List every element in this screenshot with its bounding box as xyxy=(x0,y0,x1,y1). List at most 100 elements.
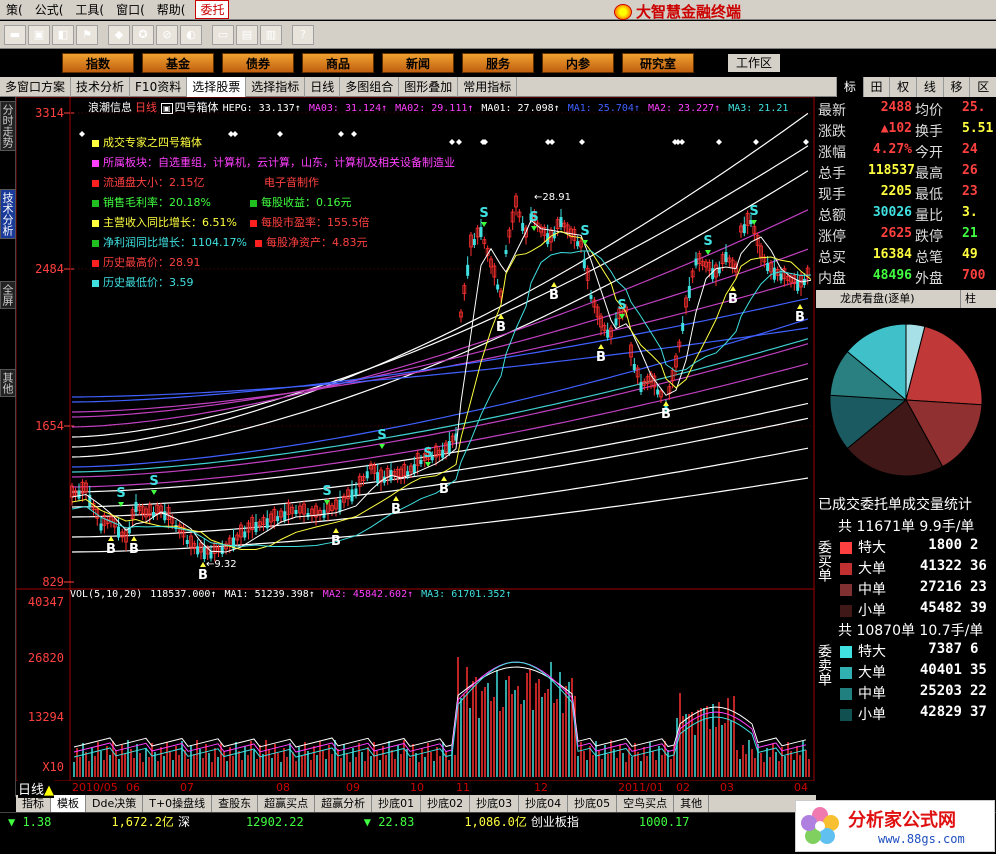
status-item: 创业板指 xyxy=(530,815,579,829)
nav-button[interactable]: 新闻 xyxy=(382,53,454,73)
sell-arrow-icon xyxy=(379,444,385,449)
nav-button[interactable]: 商品 xyxy=(302,53,374,73)
table-icon[interactable]: ▤ xyxy=(236,24,258,45)
help-icon[interactable]: ? xyxy=(292,24,314,45)
bullet-icon xyxy=(92,259,99,267)
menu-item[interactable]: 公式( xyxy=(29,1,70,18)
right-tab[interactable]: 田 xyxy=(862,77,890,97)
right-tab[interactable]: 线 xyxy=(916,77,943,97)
bottom-tab[interactable]: 空鸟买点 xyxy=(617,795,675,812)
binoculars-icon[interactable]: ◧ xyxy=(52,24,74,45)
books-icon[interactable]: ▥ xyxy=(260,24,282,45)
window-icon[interactable]: ▭ xyxy=(212,24,234,45)
ma-value: MA01: 27.098↑ xyxy=(481,103,560,114)
keyboard-icon[interactable]: ▬ xyxy=(4,24,26,45)
x-tick-label: 10 xyxy=(410,781,424,794)
left-tab[interactable]: 分时走势 xyxy=(0,101,16,151)
chart-tab[interactable]: 日线 xyxy=(305,76,341,97)
bullet-icon xyxy=(92,139,99,147)
bottom-tab[interactable]: 抄底04 xyxy=(519,795,569,812)
candle-body xyxy=(656,389,660,395)
quote-label: 总买 xyxy=(818,250,846,266)
left-tab[interactable]: 其他 xyxy=(0,369,16,397)
chart-tab[interactable]: 图形叠加 xyxy=(399,76,459,97)
order-side-label: 委买单 xyxy=(816,540,832,582)
nav-button[interactable]: 指数 xyxy=(62,53,134,73)
left-tab[interactable]: 技术分析 xyxy=(0,189,16,239)
period-indicator[interactable]: 日线▲ xyxy=(18,779,55,798)
candle-body xyxy=(559,217,563,227)
low-price-label: ←9.32 xyxy=(206,559,237,570)
legend-swatch xyxy=(840,584,852,596)
right-tab[interactable]: 标 xyxy=(836,77,863,97)
bottom-tabs: 指标 模板 Dde决策 T+0操盘线 查股东 超赢买点 超赢分析 抄底01 抄底02 抄底03 抄底… xyxy=(16,795,816,812)
right-tab[interactable]: 区 xyxy=(969,77,996,97)
sell-arrow-icon xyxy=(619,314,625,319)
bottom-tab[interactable]: 超赢买点 xyxy=(258,795,316,812)
x-tick-label: 08 xyxy=(276,781,290,794)
grid-icon[interactable]: ▣ xyxy=(28,24,50,45)
star-icon[interactable]: ✪ xyxy=(132,24,154,45)
quote-label: 外盘 xyxy=(915,271,943,287)
chart-icon[interactable]: ⚑ xyxy=(76,24,98,45)
order-side-label: 委卖单 xyxy=(816,644,832,686)
bottom-tab[interactable]: T+0操盘线 xyxy=(143,795,213,812)
bottom-tab[interactable]: 抄底05 xyxy=(568,795,618,812)
buy-signal-icon: B xyxy=(331,534,341,549)
nav-button[interactable]: 债券 xyxy=(222,53,294,73)
nav-button[interactable]: 基金 xyxy=(142,53,214,73)
longhu-header[interactable]: 龙虎看盘(逐单) 柱 xyxy=(816,290,996,308)
menu-item[interactable]: 委托 xyxy=(195,0,230,19)
quote-value: 49 xyxy=(962,247,978,262)
chart-tab[interactable]: 多窗口方案 xyxy=(0,76,72,97)
quote-label: 涨跌 xyxy=(818,124,846,140)
diamond-icon[interactable]: ◆ xyxy=(108,24,130,45)
bottom-tab[interactable]: 其他 xyxy=(674,795,710,812)
info-text: 电子音制作 xyxy=(264,176,319,189)
right-tab[interactable]: 权 xyxy=(889,77,916,97)
chart-tab[interactable]: 常用指标 xyxy=(458,76,518,97)
menu-item[interactable]: 工具( xyxy=(69,1,110,18)
right-tab[interactable]: 移 xyxy=(942,77,970,97)
toolbar: ▬ ▣ ◧ ⚑ ◆ ✪ ⊘ ◐ ▭ ▤ ▥? xyxy=(0,21,996,49)
info-text: 历史最低价：3.59 xyxy=(103,276,194,289)
menu-item[interactable]: 帮助( xyxy=(151,1,192,18)
chart-tab[interactable]: 多图组合 xyxy=(340,76,400,97)
bottom-tab[interactable]: 超赢分析 xyxy=(315,795,373,812)
chart-tab-bar: 多窗口方案 技术分析 F10资料 选择股票 选择指标 日线 多图组合 图形叠加 常用指标 xyxy=(0,76,836,97)
order-type: 中单 xyxy=(858,582,886,598)
bottom-tab[interactable]: 抄底03 xyxy=(470,795,520,812)
candle-body xyxy=(350,489,354,502)
bottom-tab[interactable]: 查股东 xyxy=(212,795,259,812)
buy-signal-icon: B xyxy=(795,310,805,325)
workspace-button[interactable]: 工作区 xyxy=(728,54,781,72)
info-item: 主营收入同比增长：6.51% xyxy=(92,213,242,233)
legend-swatch xyxy=(840,563,852,575)
chart-tab[interactable]: F10资料 xyxy=(130,76,188,97)
info-item: 历史最高价：28.91 xyxy=(92,253,242,273)
bottom-tab[interactable]: 模板 xyxy=(51,795,86,812)
bottom-tab[interactable]: 抄底02 xyxy=(421,795,471,812)
quote-value: 21 xyxy=(962,226,978,241)
chart-tab[interactable]: 选择股票 xyxy=(187,76,247,97)
candle-body xyxy=(447,441,451,453)
longhu-tab-bar[interactable]: 柱 xyxy=(960,290,976,308)
candle-body xyxy=(632,364,636,370)
nav-button[interactable]: 内参 xyxy=(542,53,614,73)
quote-value: 24 xyxy=(962,142,978,157)
left-tab[interactable]: 全屏 xyxy=(0,281,16,309)
globe-icon[interactable]: ◐ xyxy=(180,24,202,45)
nav-button[interactable]: 研究室 xyxy=(622,53,694,73)
order-row: 特大 7387 6 xyxy=(838,641,996,662)
quote-label: 总手 xyxy=(818,166,846,182)
bottom-tab[interactable]: 抄底01 xyxy=(372,795,422,812)
menu-item[interactable]: 窗口( xyxy=(110,1,151,18)
chart-tab[interactable]: 选择指标 xyxy=(246,76,306,97)
order-row: 中单 25203 22 xyxy=(838,683,996,704)
bottom-tab[interactable]: Dde决策 xyxy=(86,795,144,812)
nav-button[interactable]: 服务 xyxy=(462,53,534,73)
stop-icon[interactable]: ⊘ xyxy=(156,24,178,45)
menu-item[interactable]: 策( xyxy=(0,1,29,18)
quote-label: 今开 xyxy=(915,145,943,161)
chart-tab[interactable]: 技术分析 xyxy=(71,76,131,97)
